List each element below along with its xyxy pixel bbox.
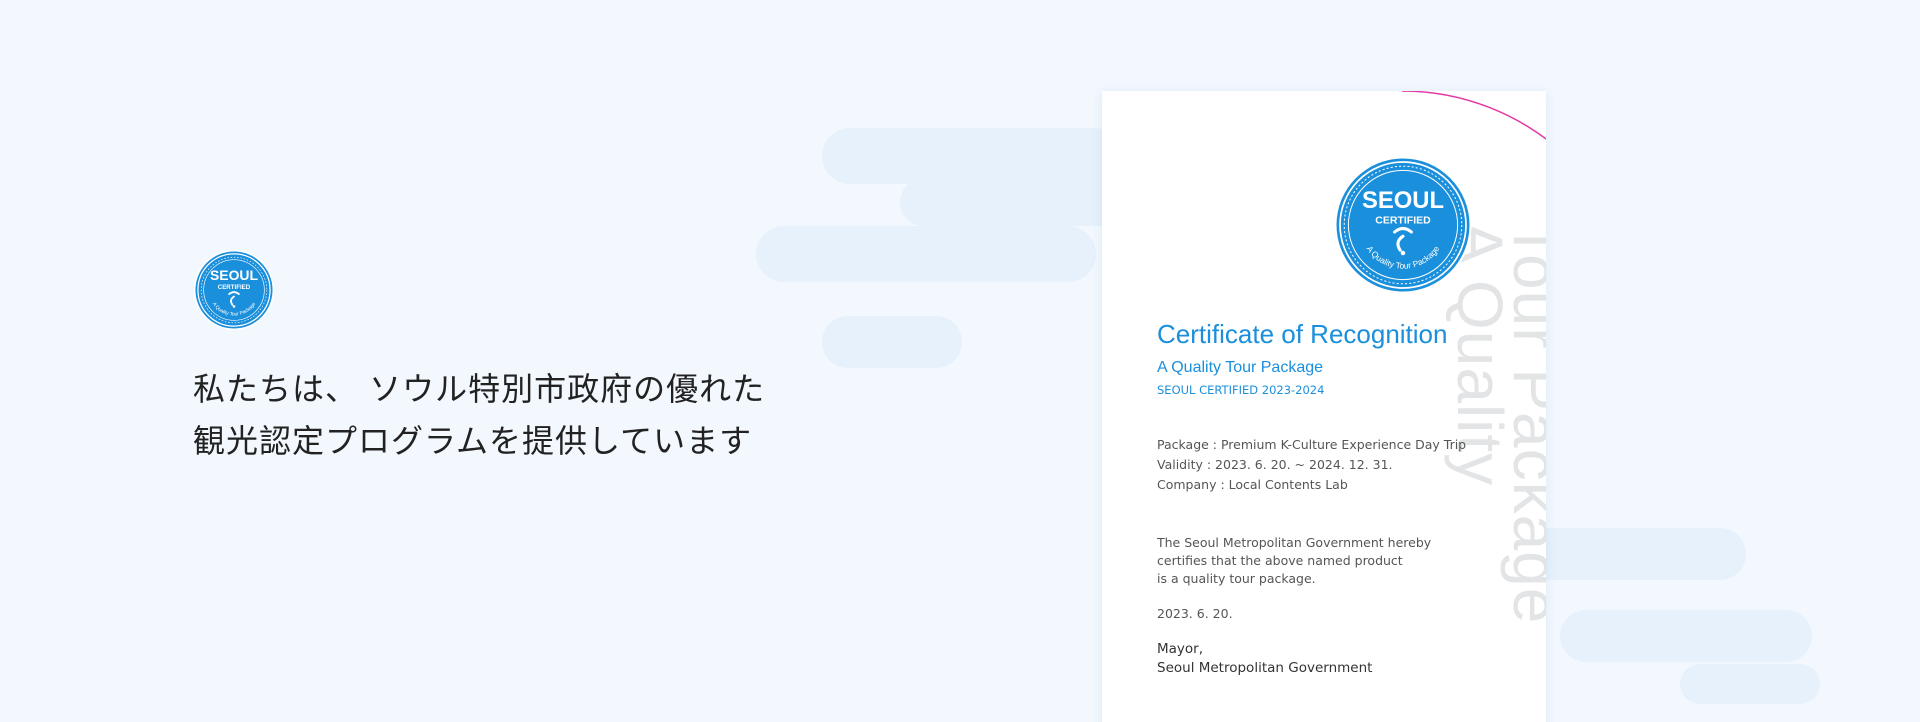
intro-section: SEOUL CERTIFIED A Quality Tour Package 私… (193, 249, 765, 467)
cloud-decoration (1560, 610, 1812, 662)
seal-top-text: SEOUL (1362, 187, 1444, 214)
seoul-certified-seal-icon: SEOUL CERTIFIED A Quality Tour Package (1334, 156, 1472, 294)
headline: 私たちは、 ソウル特別市政府の優れた 観光認定プログラムを提供しています (193, 363, 765, 467)
certificate-title: Certificate of Recognition (1157, 319, 1448, 349)
statement-line-3: is a quality tour package. (1157, 571, 1316, 586)
badge-top-text: SEOUL (210, 267, 258, 283)
page: SEOUL CERTIFIED A Quality Tour Package 私… (0, 0, 1920, 722)
certificate-subtitle: A Quality Tour Package (1157, 359, 1324, 376)
headline-line-1: 私たちは、 ソウル特別市政府の優れた (193, 370, 766, 408)
certificate-card: Tour Package A Quality SEOUL CERTIFIED A… (1102, 91, 1546, 722)
company-line: Company : Local Contents Lab (1157, 477, 1348, 492)
certificate-details: Package : Premium K-Culture Experience D… (1157, 435, 1527, 495)
package-line: Package : Premium K-Culture Experience D… (1157, 437, 1467, 452)
seoul-certified-badge-icon: SEOUL CERTIFIED A Quality Tour Package (193, 249, 275, 331)
cloud-decoration (900, 178, 1130, 226)
certificate-year-label: SEOUL CERTIFIED 2023-2024 (1157, 383, 1325, 397)
badge-mid-text: CERTIFIED (218, 284, 251, 291)
statement-line-1: The Seoul Metropolitan Government hereby (1157, 535, 1432, 550)
cloud-decoration (822, 316, 962, 368)
cloud-decoration (1680, 664, 1820, 704)
statement-line-2: certifies that the above named product (1157, 553, 1403, 568)
certificate-signature: Mayor, Seoul Metropolitan Government (1157, 640, 1527, 678)
signer-title: Mayor, (1157, 641, 1204, 657)
cloud-decoration (756, 226, 1096, 282)
cloud-decoration (822, 128, 1122, 184)
certificate-body: Certificate of Recognition A Quality Tou… (1157, 319, 1527, 678)
certificate-statement: The Seoul Metropolitan Government hereby… (1157, 534, 1527, 588)
seal-mid-text: CERTIFIED (1375, 215, 1431, 227)
headline-line-2: 観光認定プログラムを提供しています (193, 422, 753, 460)
signer-org: Seoul Metropolitan Government (1157, 660, 1373, 676)
validity-line: Validity : 2023. 6. 20. ~ 2024. 12. 31. (1157, 457, 1393, 472)
certificate-date: 2023. 6. 20. (1157, 606, 1233, 621)
